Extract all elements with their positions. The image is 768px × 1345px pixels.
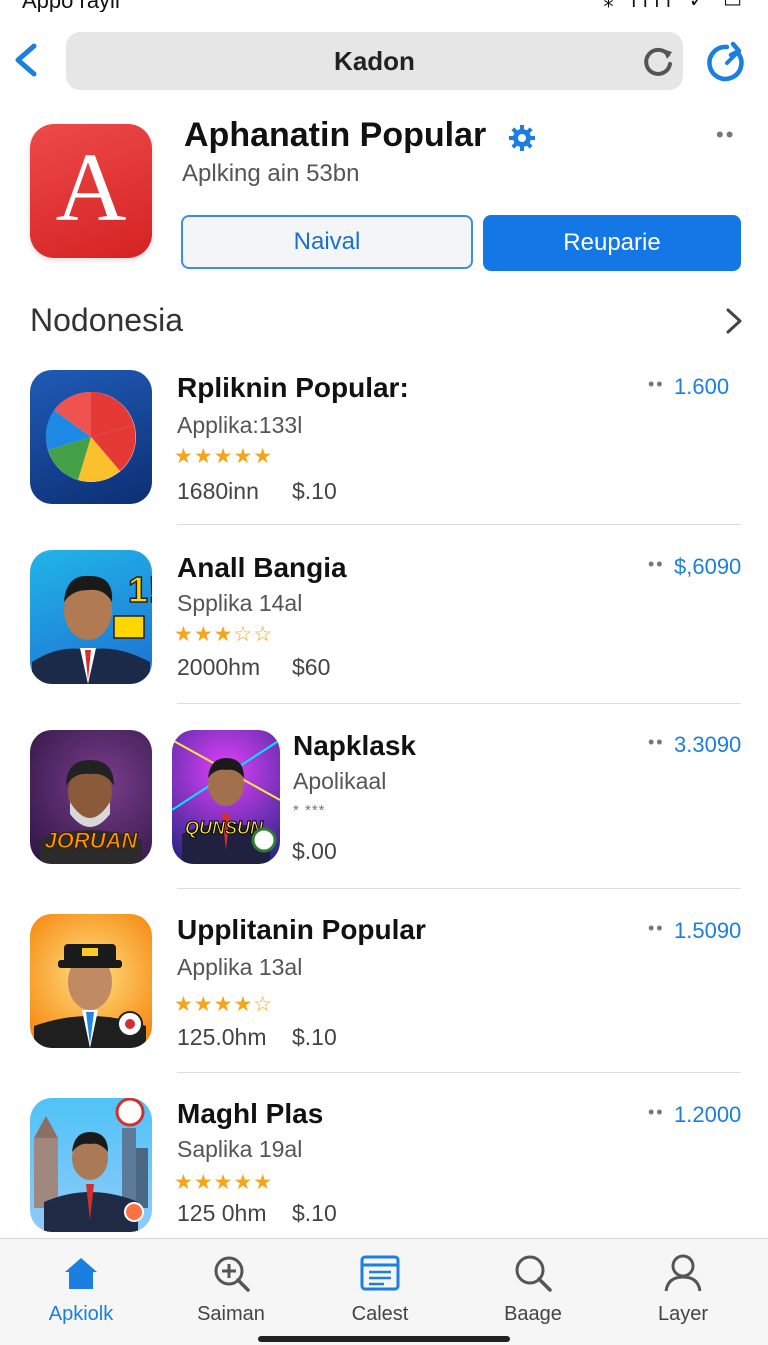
dots-icon: ••: [648, 374, 665, 394]
search-icon: [515, 1255, 552, 1292]
back-button[interactable]: [10, 38, 44, 82]
tab-label: Apkiolk: [48, 1303, 114, 1325]
home-icon: [65, 1258, 97, 1289]
app-size: 125 0hm: [177, 1200, 267, 1226]
app-price: $.00: [292, 838, 337, 864]
app-name: Napklask: [293, 730, 416, 761]
tab-bar: Apkiolk Saiman Calest Baage Layer: [0, 1238, 768, 1345]
reload-icon[interactable]: [641, 44, 675, 78]
status-icons: ⁎ ıııı ✓ ▭: [603, 0, 748, 12]
tab-search-plus[interactable]: Saiman: [154, 1239, 308, 1345]
dots-icon: ••: [648, 1102, 665, 1122]
app-price: $.10: [292, 478, 337, 504]
search-plus-icon: [214, 1256, 250, 1292]
tab-home[interactable]: Apkiolk: [4, 1239, 158, 1345]
chevron-right-icon[interactable]: [722, 306, 746, 336]
address-bar[interactable]: Kadon: [66, 32, 683, 90]
tab-list[interactable]: Calest: [303, 1239, 457, 1345]
tab-label: Saiman: [197, 1303, 265, 1325]
svg-text:1!: 1!: [128, 569, 152, 610]
app-name: Anall Bangia: [177, 552, 347, 583]
list-icon: [360, 1255, 400, 1291]
app-value[interactable]: 1.600: [674, 374, 729, 400]
divider: [177, 703, 741, 704]
person-icon: [664, 1254, 702, 1292]
status-bar: Appo rayii ⁎ ıııı ✓ ▭: [0, 0, 768, 12]
app-subtitle: Applika:133l: [177, 412, 303, 438]
primary-action-button[interactable]: Reuparie: [483, 215, 741, 271]
app-size: 125.0hm: [177, 1024, 267, 1050]
nav-bar: Kadon: [0, 30, 768, 92]
star-rating: ★★★★★: [174, 445, 274, 468]
app-price: $60: [292, 654, 331, 680]
dots-icon: ••: [648, 554, 665, 574]
list-item[interactable]: Rpliknin Popular: Applika:133l ★★★★★ 168…: [0, 368, 768, 528]
app-icon-game-poster: JORUAN: [30, 730, 152, 864]
app-size: 1680inn: [177, 478, 259, 504]
tab-profile[interactable]: Layer: [606, 1239, 760, 1345]
app-icon-city-poster: [30, 1098, 152, 1232]
chevron-left-icon: [15, 43, 37, 77]
hero-app-title: Aphanatin Popular: [184, 116, 487, 154]
divider: [177, 1072, 741, 1073]
app-subtitle: Saplika 19al: [177, 1136, 303, 1162]
section-title: Nodonesia: [30, 302, 183, 338]
status-time: Appo rayii: [22, 0, 120, 12]
hero-app-logo-letter: A: [55, 134, 127, 242]
tab-label: Layer: [657, 1303, 709, 1325]
app-value[interactable]: 1.5090: [674, 918, 741, 944]
app-icon-pie-chart: [30, 370, 152, 504]
divider: [177, 524, 741, 525]
app-name: Rpliknin Popular:: [177, 372, 409, 403]
app-subtitle: Apolikaal: [293, 768, 387, 794]
app-subtitle: Applika 13al: [177, 954, 303, 980]
tab-search[interactable]: Baage: [456, 1239, 610, 1345]
home-indicator[interactable]: [258, 1336, 510, 1342]
hero-app-subtitle: Aplking ain 53bn: [182, 160, 360, 187]
secondary-action-button[interactable]: Naival: [181, 215, 473, 269]
app-price: $.10: [292, 1024, 337, 1050]
star-rating: * ***: [293, 802, 326, 819]
app-subtitle: Spplika 14al: [177, 590, 303, 616]
poster-title: QUNSUN: [185, 818, 264, 838]
tab-label: Calest: [351, 1303, 409, 1325]
more-options-icon[interactable]: ••: [716, 122, 735, 148]
gear-badge-icon: [508, 124, 536, 152]
app-name: Maghl Plas: [177, 1098, 324, 1129]
star-rating: ★★★★☆: [174, 993, 274, 1016]
app-size: 2000hm: [177, 654, 261, 680]
tab-label: Baage: [504, 1303, 562, 1325]
app-value[interactable]: 1.2000: [674, 1102, 741, 1128]
app-value[interactable]: $,6090: [674, 554, 741, 580]
list-item[interactable]: 1! Anall Bangia Spplika 14al ★★★☆☆ 2000h…: [0, 548, 768, 708]
refresh-button[interactable]: [704, 40, 750, 86]
poster-title: JORUAN: [45, 828, 139, 853]
app-icon-show-poster: QUNSUN: [172, 730, 280, 864]
list-item[interactable]: JORUAN QUNSUN Napklask Apolikaal * *** $…: [0, 728, 768, 892]
hero-app-icon[interactable]: A: [30, 124, 152, 258]
list-item[interactable]: Maghl Plas Saplika 19al ★★★★★ 125 0hm $.…: [0, 1096, 768, 1236]
address-title: Kadon: [334, 46, 415, 76]
dots-icon: ••: [648, 732, 665, 752]
divider: [177, 888, 741, 889]
star-rating: ★★★☆☆: [174, 623, 274, 646]
refresh-icon: [707, 41, 744, 82]
app-icon-portrait: 1!: [30, 550, 152, 684]
app-value[interactable]: 3.3090: [674, 732, 741, 758]
star-rating: ★★★★★: [174, 1171, 274, 1194]
app-price: $.10: [292, 1200, 337, 1226]
dots-icon: ••: [648, 918, 665, 938]
list-item[interactable]: Upplitanin Popular Applika 13al ★★★★☆ 12…: [0, 912, 768, 1073]
app-icon-portrait: [30, 914, 152, 1048]
app-name: Upplitanin Popular: [177, 914, 426, 945]
